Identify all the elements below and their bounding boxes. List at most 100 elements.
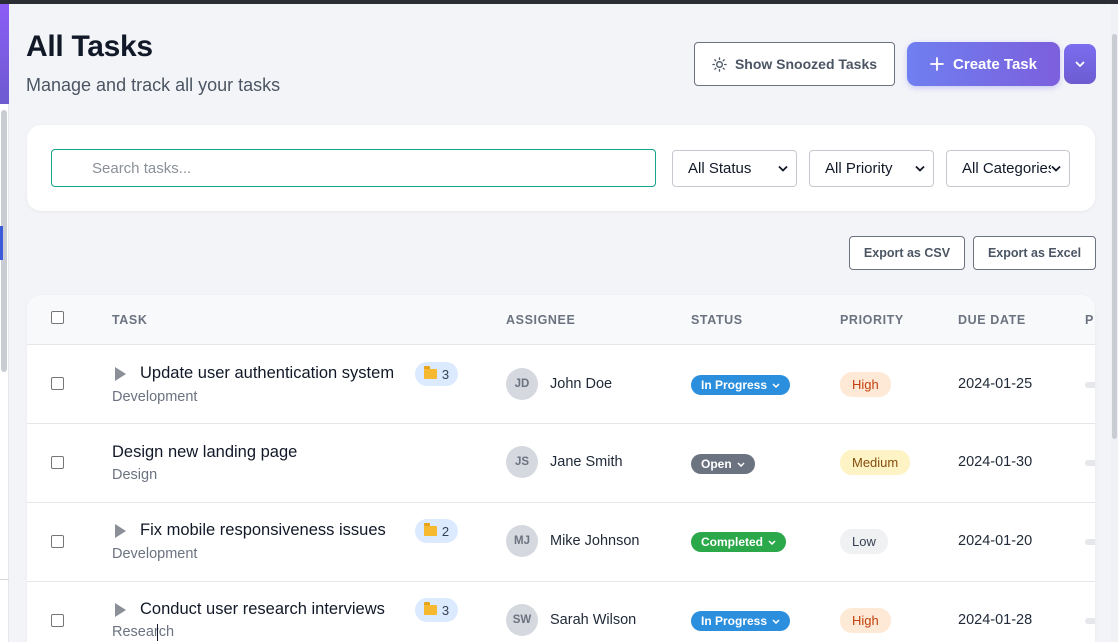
task-title[interactable]: Fix mobile responsiveness issues: [140, 521, 386, 540]
chevron-down-icon: [1075, 61, 1085, 67]
assignee-name: Sarah Wilson: [550, 612, 637, 628]
caret-right-icon[interactable]: [115, 603, 126, 617]
task-category: Development: [112, 546, 198, 562]
task-title[interactable]: Conduct user research interviews: [140, 600, 385, 619]
caret-right-icon[interactable]: [115, 367, 126, 381]
show-snoozed-tasks-button[interactable]: Show Snoozed Tasks: [694, 42, 895, 86]
row-checkbox[interactable]: [51, 377, 64, 390]
page-scrollbar-thumb[interactable]: [1112, 34, 1117, 439]
sun-icon: [712, 56, 727, 72]
status-label: Completed: [701, 535, 764, 549]
table-header: TASK ASSIGNEE STATUS PRIORITY DUE DATE P: [27, 295, 1095, 345]
folder-icon: [423, 602, 437, 615]
search-input[interactable]: [51, 149, 656, 187]
export-csv-button[interactable]: Export as CSV: [849, 236, 965, 270]
create-task-options-button[interactable]: [1064, 44, 1096, 84]
due-date: 2024-01-30: [958, 454, 1033, 470]
assignee-name: John Doe: [550, 376, 613, 392]
chevron-down-icon: [778, 165, 788, 172]
status-label: In Progress: [701, 378, 768, 392]
avatar: SW: [506, 604, 538, 636]
filter-panel: All Status All Priority All Categories: [27, 125, 1095, 211]
sidebar-brand-gradient: [0, 4, 9, 104]
due-date: 2024-01-25: [958, 376, 1033, 392]
page-title: All Tasks: [26, 30, 153, 63]
column-header-due-date[interactable]: DUE DATE: [958, 313, 1026, 327]
avatar: JS: [506, 446, 538, 478]
subtask-count-badge[interactable]: 2: [415, 519, 458, 543]
priority-badge: Low: [840, 529, 888, 554]
create-task-label: Create Task: [953, 55, 1037, 73]
priority-badge: High: [840, 372, 891, 397]
show-snoozed-tasks-label: Show Snoozed Tasks: [734, 56, 878, 72]
priority-badge: Medium: [840, 450, 911, 475]
due-date: 2024-01-20: [958, 533, 1033, 549]
due-date: 2024-01-28: [958, 612, 1033, 628]
column-header-priority[interactable]: PRIORITY: [840, 313, 904, 327]
subtask-count: 2: [441, 523, 450, 539]
priority-filter-value: All Priority: [825, 160, 893, 177]
status-badge[interactable]: In Progress: [691, 375, 791, 395]
page-subtitle: Manage and track all your tasks: [26, 75, 281, 95]
chevron-down-icon: [915, 165, 925, 172]
column-header-task[interactable]: TASK: [112, 313, 148, 327]
tasks-table: TASK ASSIGNEE STATUS PRIORITY DUE DATE P…: [27, 295, 1095, 642]
row-checkbox[interactable]: [51, 456, 64, 469]
status-label: Open: [701, 457, 732, 471]
status-badge[interactable]: Completed: [691, 532, 787, 552]
status-badge[interactable]: Open: [691, 454, 755, 474]
folder-icon: [423, 523, 437, 536]
caret-right-icon[interactable]: [115, 524, 126, 538]
column-header-assignee[interactable]: ASSIGNEE: [506, 313, 575, 327]
create-task-button[interactable]: Create Task: [907, 42, 1060, 86]
priority-badge: High: [840, 608, 891, 633]
task-title[interactable]: Design new landing page: [112, 443, 297, 462]
priority-filter-select[interactable]: All Priority: [809, 150, 934, 187]
avatar: MJ: [506, 525, 538, 557]
select-all-checkbox[interactable]: [51, 311, 64, 324]
table-row[interactable]: Update user authentication system 3 Deve…: [27, 345, 1095, 424]
progress-bar: [1085, 460, 1095, 466]
table-row[interactable]: Design new landing page Design JS Jane S…: [27, 424, 1095, 503]
row-checkbox[interactable]: [51, 535, 64, 548]
status-filter-value: All Status: [688, 160, 752, 177]
category-filter-select[interactable]: All Categories: [946, 150, 1070, 187]
task-category: Development: [112, 389, 198, 405]
folder-icon: [423, 366, 437, 379]
status-filter-select[interactable]: All Status: [672, 150, 797, 187]
export-excel-button[interactable]: Export as Excel: [973, 236, 1096, 270]
column-header-status[interactable]: STATUS: [691, 313, 743, 327]
subtask-count-badge[interactable]: 3: [415, 362, 458, 386]
column-header-progress[interactable]: P: [1085, 313, 1094, 327]
subtask-count-badge[interactable]: 3: [415, 598, 458, 622]
assignee-name: Jane Smith: [550, 454, 623, 470]
row-checkbox[interactable]: [51, 614, 64, 627]
status-label: In Progress: [701, 614, 768, 628]
progress-bar: [1085, 382, 1095, 388]
sidebar-edge: [0, 4, 9, 642]
avatar: JD: [506, 368, 538, 400]
progress-bar: [1085, 539, 1095, 545]
table-row[interactable]: Conduct user research interviews 3 Resea…: [27, 582, 1095, 642]
task-title[interactable]: Update user authentication system: [140, 364, 394, 383]
text-cursor: [157, 624, 158, 641]
plus-icon: [930, 57, 944, 71]
task-category: Design: [112, 467, 158, 483]
chevron-down-icon: [772, 382, 780, 388]
chevron-down-icon: [737, 461, 745, 467]
page-scrollbar[interactable]: [1111, 4, 1118, 642]
sidebar-active-marker: [0, 226, 3, 260]
progress-bar: [1085, 618, 1095, 624]
subtask-count: 3: [441, 366, 450, 382]
task-category: Research: [112, 624, 175, 640]
sidebar-divider: [0, 579, 9, 580]
table-row[interactable]: Fix mobile responsiveness issues 2 Devel…: [27, 503, 1095, 582]
window-top-bar: [0, 0, 1118, 4]
subtask-count: 3: [441, 602, 450, 618]
chevron-down-icon: [772, 618, 780, 624]
chevron-down-icon: [1051, 165, 1061, 172]
status-badge[interactable]: In Progress: [691, 611, 791, 631]
category-filter-value: All Categories: [962, 160, 1051, 177]
assignee-name: Mike Johnson: [550, 533, 640, 549]
chevron-down-icon: [768, 539, 776, 545]
